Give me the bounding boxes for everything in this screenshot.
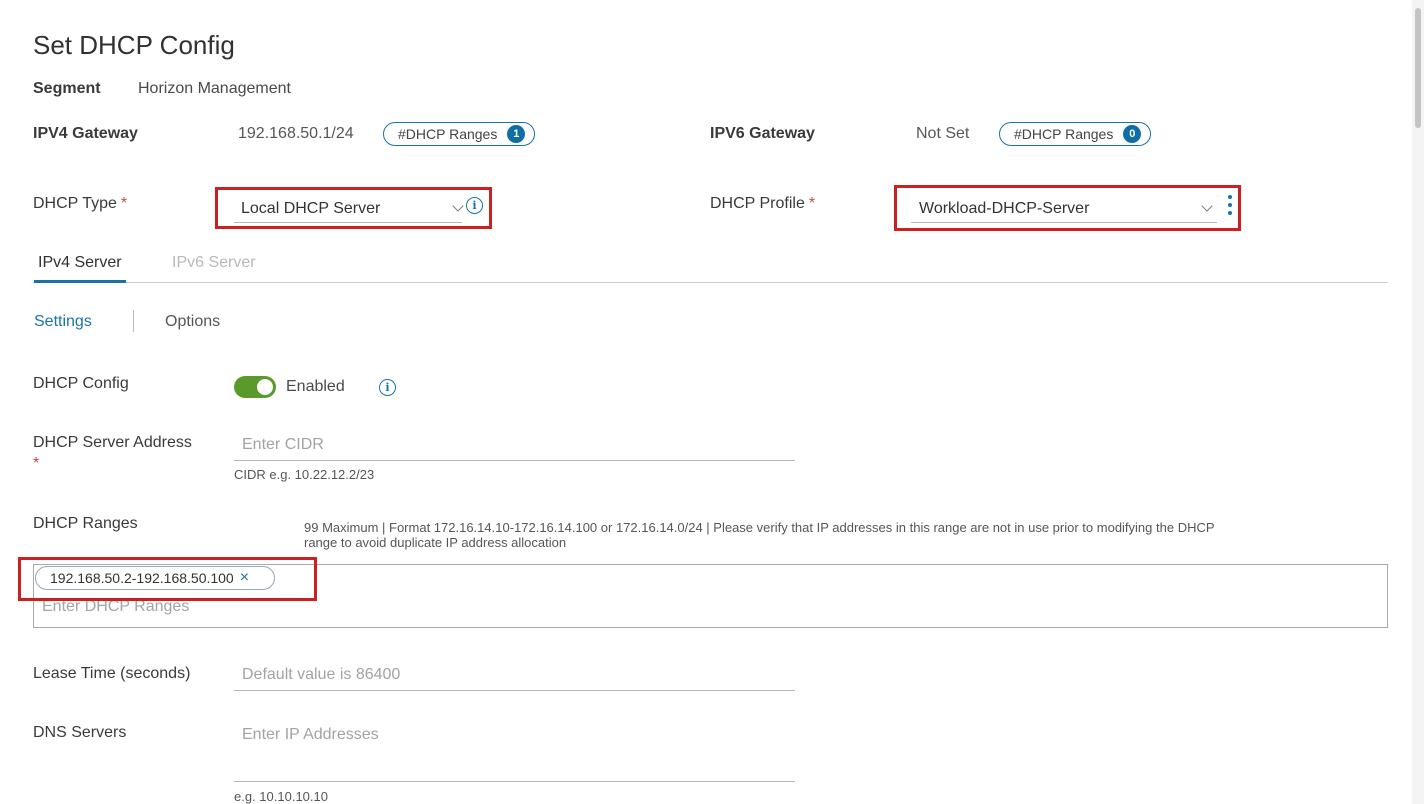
dhcp-profile-select[interactable]: Workload-DHCP-Server	[911, 195, 1217, 223]
dhcp-profile-value: Workload-DHCP-Server	[919, 199, 1090, 217]
server-address-input[interactable]: Enter CIDR	[234, 436, 795, 461]
ipv6-gateway-label: IPV6 Gateway	[710, 125, 815, 142]
required-marker: *	[808, 195, 816, 212]
dns-servers-hint: e.g. 10.10.10.10	[234, 789, 328, 804]
server-address-label: DHCP Server Address	[33, 434, 192, 451]
dhcp-ranges-highlight	[18, 557, 317, 601]
subtab-settings[interactable]: Settings	[34, 313, 92, 331]
ipv4-gateway-value: 192.168.50.1/24	[238, 125, 354, 142]
dhcp-ranges-help: 99 Maximum | Format 172.16.14.10-172.16.…	[304, 520, 1215, 550]
subtab-divider	[133, 310, 134, 332]
server-address-hint: CIDR e.g. 10.22.12.2/23	[234, 467, 375, 482]
ipv4-dhcp-ranges-count: 1	[507, 125, 526, 143]
chevron-down-icon	[1201, 200, 1213, 212]
ipv6-dhcp-ranges-count: 0	[1123, 125, 1142, 143]
scrollbar-track[interactable]	[1412, 0, 1424, 804]
required-marker: *	[120, 195, 128, 212]
page-title: Set DHCP Config	[33, 30, 235, 60]
ipv6-gateway-value: Not Set	[916, 125, 970, 142]
dhcp-type-select[interactable]: Local DHCP Server	[234, 195, 464, 223]
info-icon[interactable]: i	[466, 197, 483, 214]
chevron-down-icon	[452, 200, 464, 212]
tab-divider	[33, 282, 1388, 283]
dns-servers-input[interactable]: Enter IP Addresses	[234, 726, 795, 782]
toggle-knob	[257, 379, 273, 395]
subtab-options[interactable]: Options	[165, 313, 220, 331]
tab-ipv6-server[interactable]: IPv6 Server	[172, 254, 256, 280]
dhcp-ranges-label: DHCP Ranges	[33, 515, 138, 532]
segment-value: Horizon Management	[138, 80, 291, 97]
dhcp-config-state: Enabled	[286, 378, 345, 395]
dhcp-type-value: Local DHCP Server	[241, 199, 381, 217]
required-marker: *	[33, 455, 40, 472]
ipv4-dhcp-ranges-badge[interactable]: #DHCP Ranges 1	[383, 122, 535, 146]
ipv6-dhcp-ranges-label: #DHCP Ranges	[1014, 126, 1114, 142]
ipv4-gateway-label: IPV4 Gateway	[33, 125, 138, 142]
ipv6-dhcp-ranges-badge[interactable]: #DHCP Ranges 0	[999, 122, 1151, 146]
ipv4-dhcp-ranges-label: #DHCP Ranges	[398, 126, 498, 142]
info-icon[interactable]: i	[379, 379, 396, 396]
dhcp-type-label: DHCP Type *	[33, 195, 128, 212]
lease-time-input[interactable]: Default value is 86400	[234, 666, 795, 691]
tab-ipv4-server[interactable]: IPv4 Server	[34, 254, 126, 283]
segment-label: Segment	[33, 80, 101, 97]
dhcp-profile-label: DHCP Profile *	[710, 195, 816, 212]
dns-servers-label: DNS Servers	[33, 724, 127, 741]
dhcp-config-toggle[interactable]	[234, 376, 276, 398]
lease-time-label: Lease Time (seconds)	[33, 665, 191, 682]
scrollbar-thumb[interactable]	[1415, 8, 1421, 128]
dhcp-config-label: DHCP Config	[33, 375, 129, 392]
more-vertical-icon[interactable]	[1228, 195, 1232, 215]
